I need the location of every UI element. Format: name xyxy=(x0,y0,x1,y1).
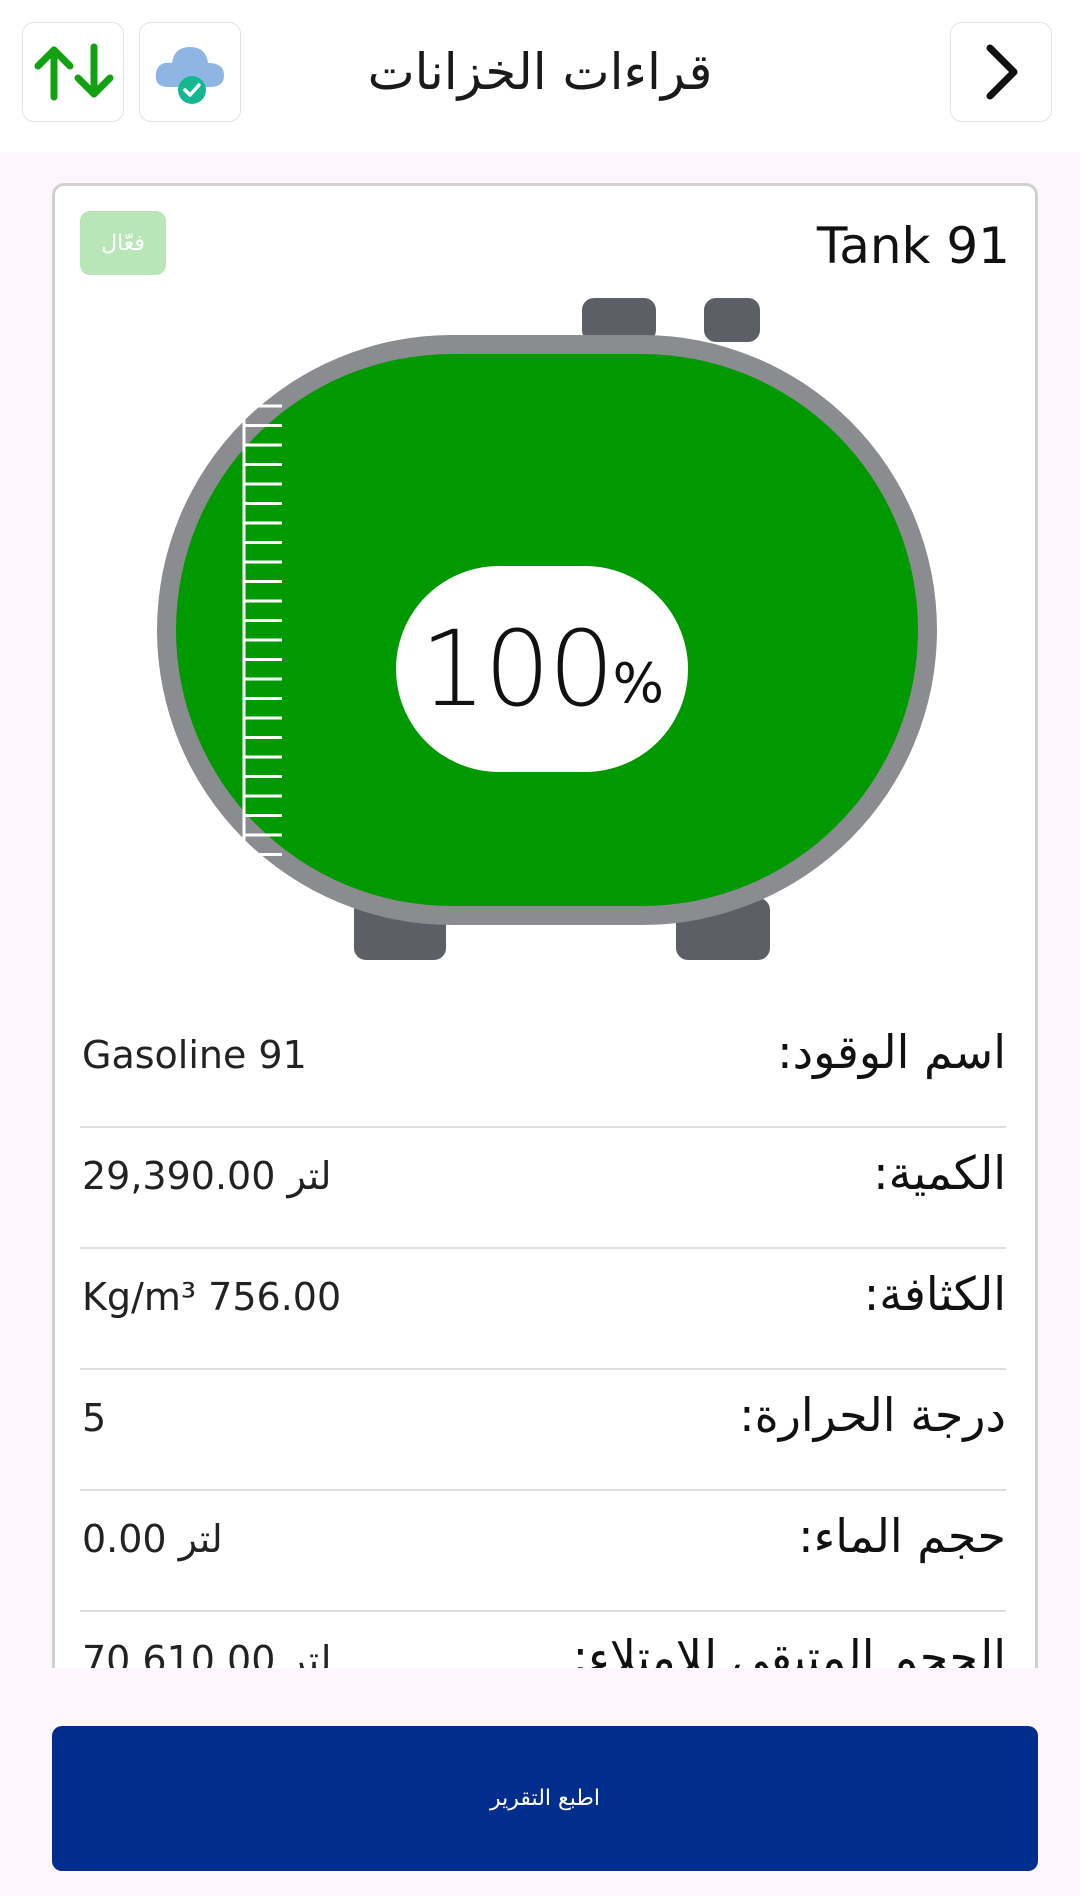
detail-value: 70,610.00 لتر xyxy=(82,1638,332,1668)
detail-label: اسم الوقود: xyxy=(777,1025,1006,1079)
fill-percentage: 100 % xyxy=(396,566,688,772)
sync-button[interactable] xyxy=(139,22,241,122)
detail-row-fuel-name: اسم الوقود: Gasoline 91 xyxy=(80,1007,1006,1128)
detail-row-water-volume: حجم الماء: 0.00 لتر xyxy=(80,1491,1006,1612)
tank-card-content: Tank 91 فعّال 100 % اسم الوقود: Gasoline… xyxy=(52,183,1038,1668)
detail-label: الحجم المتبقي للامتلاء: xyxy=(572,1630,1006,1668)
cloud-sync-icon xyxy=(155,47,224,104)
chevron-right-icon xyxy=(986,44,1018,100)
detail-row-density: الكثافة: Kg/m³ 756.00 xyxy=(80,1249,1006,1370)
detail-row-quantity: الكمية: 29,390.00 لتر xyxy=(80,1128,1006,1249)
sort-arrows-icon xyxy=(34,43,114,101)
status-badge: فعّال xyxy=(80,211,166,275)
back-button[interactable] xyxy=(950,22,1052,122)
detail-value: 5 xyxy=(82,1396,107,1440)
detail-value: Kg/m³ 756.00 xyxy=(82,1275,342,1319)
detail-label: درجة الحرارة: xyxy=(739,1388,1006,1442)
tank-cap-right xyxy=(704,298,760,342)
detail-label: الكثافة: xyxy=(863,1267,1006,1321)
detail-row-remaining-volume: الحجم المتبقي للامتلاء: 70,610.00 لتر xyxy=(80,1612,1006,1668)
tank-name: Tank 91 xyxy=(816,217,1010,275)
percent-value: 100 xyxy=(420,608,615,730)
top-bar: قراءات الخزانات xyxy=(0,0,1080,152)
detail-value: 29,390.00 لتر xyxy=(82,1154,332,1198)
print-report-button[interactable]: اطبع التقرير xyxy=(52,1726,1038,1871)
sort-button[interactable] xyxy=(22,22,124,122)
detail-value: Gasoline 91 xyxy=(82,1033,307,1077)
percent-sign: % xyxy=(612,651,664,715)
detail-label: حجم الماء: xyxy=(798,1509,1006,1563)
page-title: قراءات الخزانات xyxy=(367,43,713,101)
detail-value: 0.00 لتر xyxy=(82,1517,223,1561)
detail-row-temperature: درجة الحرارة: 5 xyxy=(80,1370,1006,1491)
detail-label: الكمية: xyxy=(873,1146,1006,1200)
